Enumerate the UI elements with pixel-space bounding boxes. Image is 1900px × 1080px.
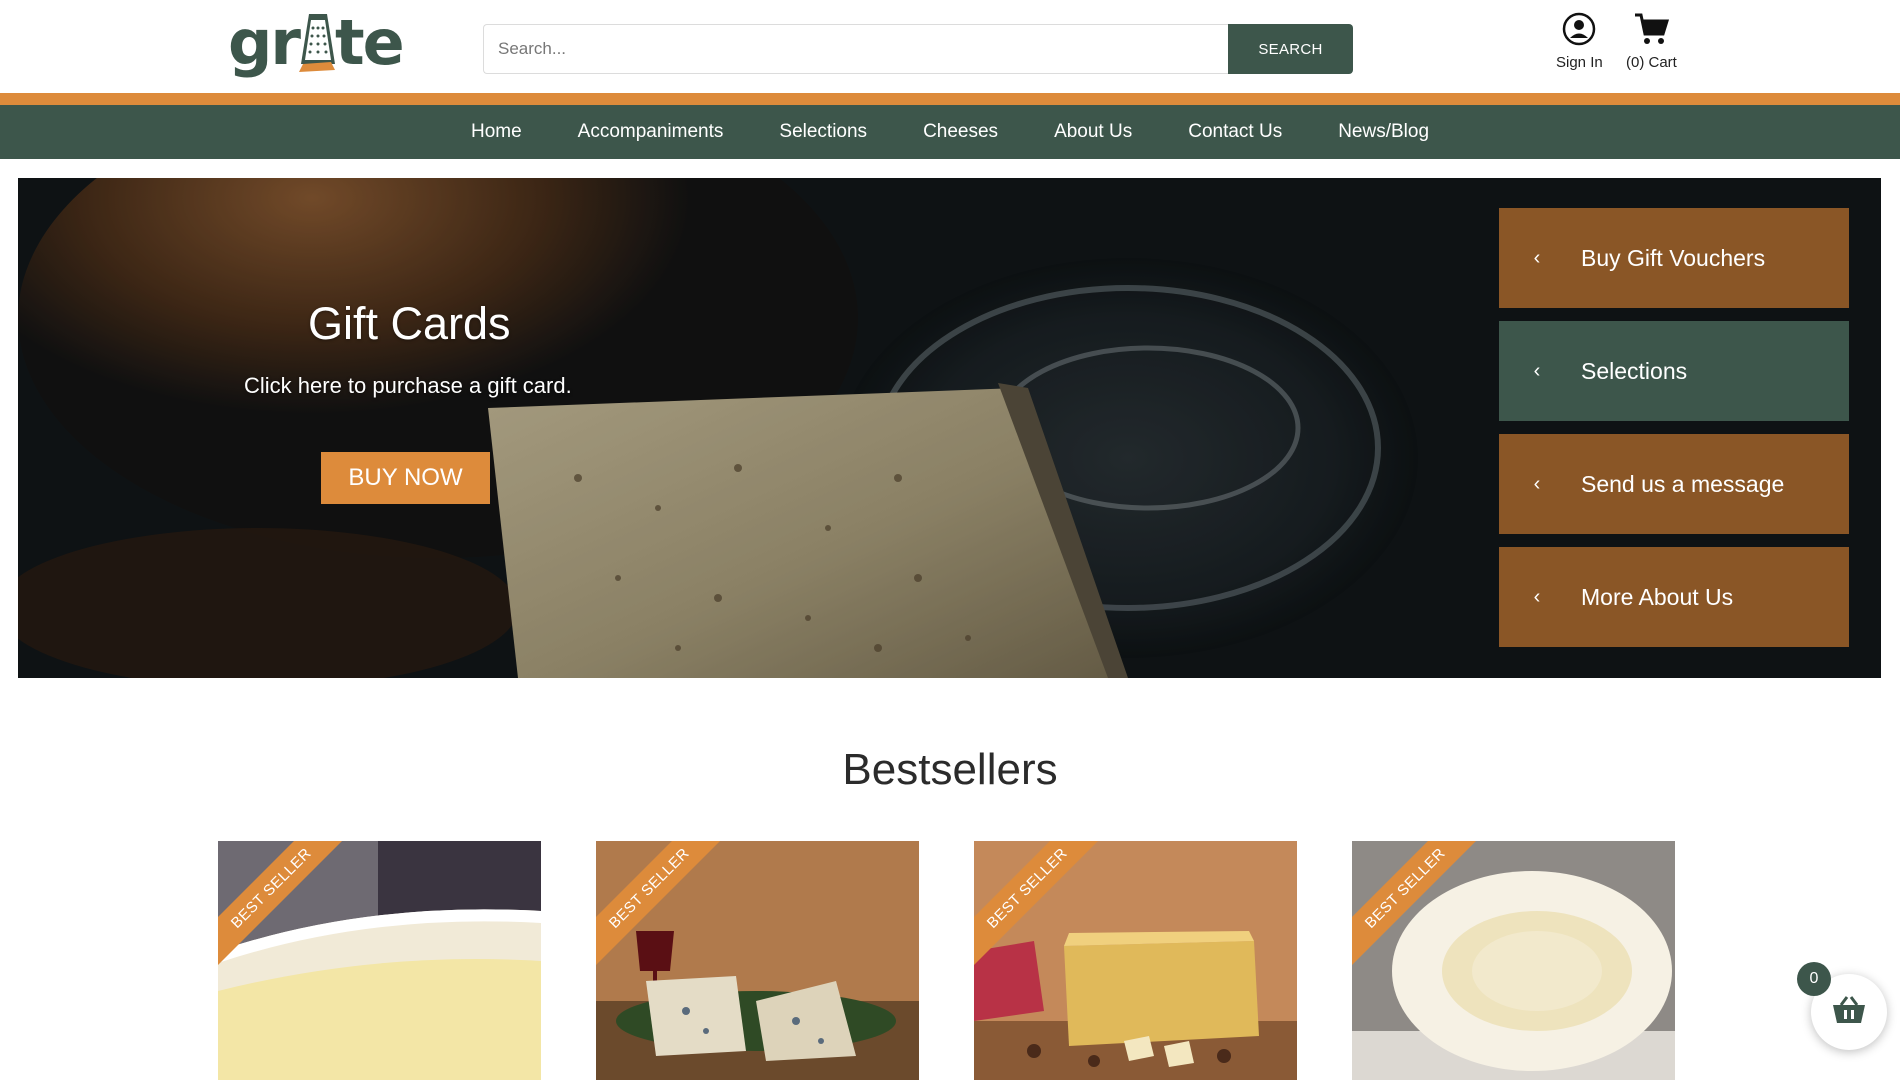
header-accent-bar bbox=[0, 93, 1900, 105]
best-seller-badge: BEST SELLER bbox=[596, 841, 726, 971]
nav-item-news-blog[interactable]: News/Blog bbox=[1310, 105, 1457, 159]
sign-in-link[interactable]: Sign In bbox=[1556, 10, 1603, 71]
chevron-left-icon: ‹ bbox=[1533, 472, 1541, 495]
floating-cart-count: 0 bbox=[1797, 962, 1831, 996]
side-link-label: More About Us bbox=[1581, 583, 1734, 610]
side-link-send-message[interactable]: ‹ Send us a message bbox=[1499, 434, 1849, 534]
nav-item-selections[interactable]: Selections bbox=[751, 105, 895, 159]
search-button[interactable]: SEARCH bbox=[1228, 24, 1353, 74]
basket-icon bbox=[1831, 995, 1867, 1030]
grater-icon bbox=[297, 12, 337, 74]
search-bar: SEARCH bbox=[483, 24, 1353, 74]
product-card[interactable]: BEST SELLER bbox=[974, 841, 1297, 1080]
cart-link[interactable]: (0) Cart bbox=[1626, 10, 1677, 71]
hero-subtitle[interactable]: Click here to purchase a gift card. bbox=[244, 373, 572, 399]
best-seller-ribbon: BEST SELLER bbox=[596, 841, 726, 971]
best-seller-badge: BEST SELLER bbox=[1352, 841, 1482, 971]
user-circle-icon bbox=[1560, 10, 1598, 48]
nav-item-accompaniments[interactable]: Accompaniments bbox=[550, 105, 752, 159]
main-navigation: Home Accompaniments Selections Cheeses A… bbox=[0, 105, 1900, 159]
buy-now-button[interactable]: BUY NOW bbox=[321, 452, 490, 504]
cart-label: (0) Cart bbox=[1626, 54, 1677, 71]
logo-text-right: te bbox=[334, 6, 405, 79]
nav-item-about-us[interactable]: About Us bbox=[1026, 105, 1160, 159]
shopping-cart-icon bbox=[1632, 10, 1670, 48]
product-card[interactable]: BEST SELLER bbox=[218, 841, 541, 1080]
best-seller-ribbon: BEST SELLER bbox=[218, 841, 348, 971]
nav-item-cheeses[interactable]: Cheeses bbox=[895, 105, 1026, 159]
product-card[interactable]: BEST SELLER bbox=[1352, 841, 1675, 1080]
best-seller-badge: BEST SELLER bbox=[218, 841, 348, 971]
hero-title: Gift Cards bbox=[308, 298, 511, 349]
search-input[interactable] bbox=[483, 24, 1228, 74]
side-link-label: Selections bbox=[1581, 357, 1688, 384]
site-header: gr te SEARCH bbox=[0, 0, 1900, 93]
chevron-left-icon: ‹ bbox=[1533, 246, 1541, 269]
product-card[interactable]: BEST SELLER bbox=[596, 841, 919, 1080]
hero-banner: Gift Cards Click here to purchase a gift… bbox=[18, 178, 1881, 678]
best-seller-badge: BEST SELLER bbox=[974, 841, 1104, 971]
side-link-label: Buy Gift Vouchers bbox=[1581, 244, 1766, 271]
hero-side-links: ‹ Buy Gift Vouchers ‹ Selections ‹ Send … bbox=[1499, 208, 1849, 660]
bestsellers-title: Bestsellers bbox=[842, 745, 1058, 794]
chevron-left-icon: ‹ bbox=[1533, 359, 1541, 382]
nav-item-home[interactable]: Home bbox=[443, 105, 550, 159]
site-logo[interactable]: gr te bbox=[228, 6, 405, 79]
side-link-selections[interactable]: ‹ Selections bbox=[1499, 321, 1849, 421]
best-seller-ribbon: BEST SELLER bbox=[974, 841, 1104, 971]
side-link-more-about-us[interactable]: ‹ More About Us bbox=[1499, 547, 1849, 647]
side-link-buy-gift-vouchers[interactable]: ‹ Buy Gift Vouchers bbox=[1499, 208, 1849, 308]
logo-wordmark: gr te bbox=[228, 6, 405, 79]
nav-item-contact-us[interactable]: Contact Us bbox=[1160, 105, 1310, 159]
logo-text-left: gr bbox=[228, 6, 301, 79]
bestseller-products: BEST SELLER BEST SELLER BEST SELLER BEST… bbox=[218, 841, 1675, 1080]
sign-in-label: Sign In bbox=[1556, 54, 1603, 71]
chevron-left-icon: ‹ bbox=[1533, 585, 1541, 608]
best-seller-ribbon: BEST SELLER bbox=[1352, 841, 1482, 971]
side-link-label: Send us a message bbox=[1581, 470, 1785, 497]
